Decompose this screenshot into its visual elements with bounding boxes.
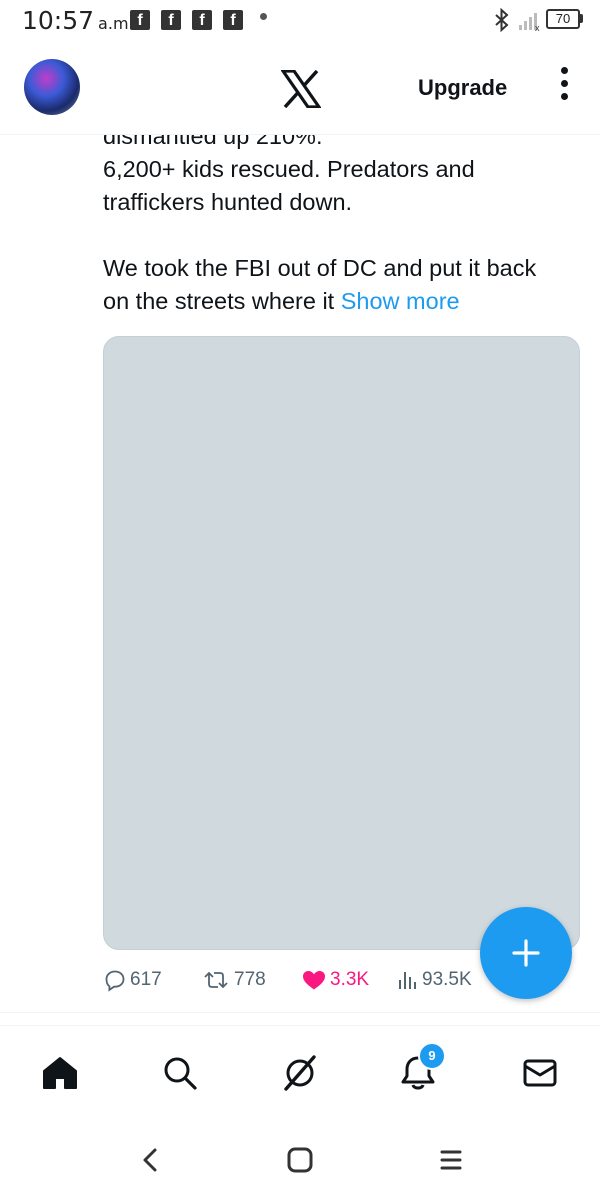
x-logo-icon[interactable] (281, 70, 321, 108)
back-icon[interactable] (138, 1146, 164, 1174)
tweet-line: on the streets where it Show more (103, 288, 460, 314)
views-count: 93.5K (422, 969, 472, 990)
nav-grok[interactable] (278, 1051, 322, 1095)
nav-messages[interactable] (518, 1051, 562, 1095)
search-icon (164, 1057, 197, 1090)
battery-icon: 70 (546, 9, 580, 29)
tweet-line: 6,200+ kids rescued. Predators and (103, 156, 475, 182)
plus-icon (512, 939, 540, 967)
bottom-nav: 9 (0, 1025, 600, 1121)
signal-icon: x (519, 13, 540, 31)
more-notifications-dot (260, 13, 267, 20)
facebook-notification-icon: f (192, 10, 212, 30)
views-button[interactable]: 93.5K (397, 968, 472, 992)
reply-count: 617 (130, 969, 162, 990)
repost-button[interactable]: 778 (201, 968, 266, 992)
notification-badge: 9 (418, 1042, 446, 1070)
bluetooth-icon (495, 8, 509, 32)
like-button[interactable]: 3.3K (301, 968, 369, 992)
svg-text:x: x (535, 23, 540, 31)
more-options-icon[interactable] (553, 67, 575, 107)
like-count: 3.3K (330, 969, 370, 990)
status-time: 10:57 a.m. (22, 6, 134, 35)
tweet-line: traffickers hunted down. (103, 189, 353, 215)
nav-search[interactable] (158, 1051, 202, 1095)
system-nav-bar (0, 1120, 600, 1200)
status-bar: 10:57 a.m. f f f f x 70 (0, 0, 600, 44)
avatar[interactable] (24, 59, 80, 115)
views-icon (399, 972, 416, 989)
app-header: Upgrade (0, 50, 600, 135)
repost-icon (204, 971, 228, 989)
reply-icon (105, 970, 125, 992)
home-square-icon[interactable] (286, 1146, 314, 1174)
nav-notifications[interactable]: 9 (396, 1042, 446, 1095)
facebook-notification-icon: f (223, 10, 243, 30)
tweet-media[interactable] (103, 336, 580, 950)
facebook-notification-icon: f (161, 10, 181, 30)
home-icon (43, 1057, 77, 1089)
nav-home[interactable] (38, 1051, 82, 1095)
grok-icon (284, 1055, 316, 1091)
repost-count: 778 (234, 969, 266, 990)
tweet-text: dismantled up 210%. 6,200+ kids rescued.… (103, 120, 593, 318)
upgrade-button[interactable]: Upgrade (418, 75, 507, 101)
battery-tip (580, 14, 583, 23)
heart-icon (303, 971, 325, 990)
tweet-line: We took the FBI out of DC and put it bac… (103, 255, 537, 281)
reply-button[interactable]: 617 (103, 968, 162, 992)
show-more-link[interactable]: Show more (341, 288, 460, 314)
compose-button[interactable] (480, 907, 572, 999)
recents-icon[interactable] (438, 1146, 464, 1174)
facebook-notification-icon: f (130, 10, 150, 30)
mail-icon (523, 1059, 557, 1087)
divider (0, 1012, 600, 1013)
